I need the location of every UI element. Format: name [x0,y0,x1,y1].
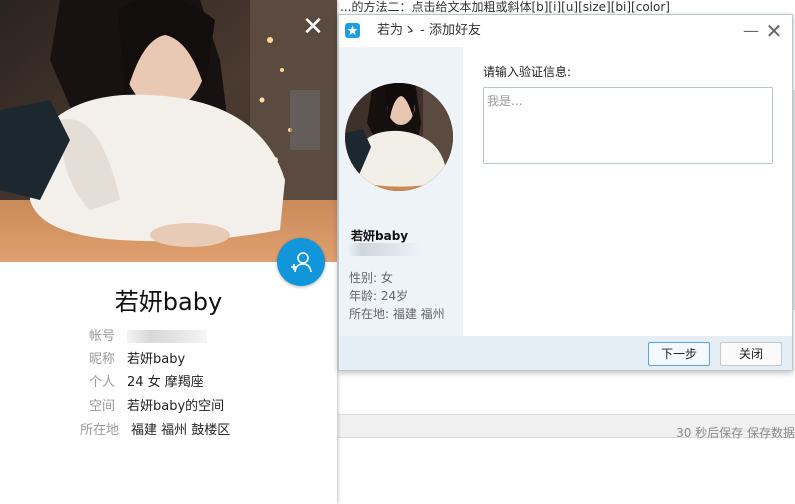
contact-nickname: 若妍baby [351,229,409,243]
space-label: 空间 [88,399,115,414]
nickname-value: 若妍baby [127,352,186,367]
nickname-label: 昵称 [88,352,115,367]
personal-value: 24 女 摩羯座 [127,375,204,390]
location-label: 所在地 [79,423,119,438]
profile-row-nickname: 昵称 若妍baby [0,350,337,370]
contact-gender: 性别: 女 [349,271,393,285]
contact-location: 所在地: 福建 福州 [349,307,445,321]
personal-label: 个人 [88,375,115,390]
profile-card: ✕ 若妍baby 帐号 昵称 若妍baby 个人 24 女 摩羯座 空间 若妍b… [0,0,337,504]
contact-avatar [345,83,453,191]
autosave-status-text: 30 秒后保存 保存数据 [676,426,795,440]
add-friend-button[interactable] [277,238,325,286]
contact-age: 年龄: 24岁 [349,289,409,303]
profile-name: 若妍baby [114,288,223,316]
blurred-contact-account [347,243,421,256]
dialog-contact-sidebar: 若妍baby 性别: 女 年龄: 24岁 所在地: 福建 福州 [339,47,463,336]
dialog-titlebar[interactable]: 若为ゝ - 添加好友 — ✕ [339,15,792,47]
dialog-title: 若为ゝ - 添加好友 [377,23,481,38]
profile-row-space[interactable]: 空间 若妍baby的空间 [0,397,337,417]
next-step-button[interactable]: 下一步 [648,342,710,366]
close-button[interactable]: 关闭 [720,342,782,366]
verify-message-input[interactable] [483,87,773,164]
qq-logo-icon [345,23,360,38]
profile-photo: ✕ [0,0,337,262]
space-link[interactable]: 若妍baby的空间 [127,397,224,417]
location-value: 福建 福州 鼓楼区 [131,423,231,438]
add-friend-dialog: 若为ゝ - 添加好友 — ✕ 若妍baby 性别: 女 年龄: 24岁 所在地:… [338,14,793,371]
verify-message-label: 请输入验证信息: [483,65,572,79]
profile-row-account: 帐号 [0,327,337,347]
profile-row-personal: 个人 24 女 摩羯座 [0,373,337,393]
account-label: 帐号 [88,329,115,344]
dialog-footer: 下一步 关闭 [339,336,792,370]
close-profile-button[interactable]: ✕ [300,14,326,40]
minimize-button[interactable]: — [741,21,761,41]
add-contact-icon [291,252,312,273]
background-editor-text: ...的方法二：点击给文本加粗或斜体[b][i][u][size][bi][co… [340,0,670,14]
blurred-account-number [127,330,207,343]
dialog-close-icon[interactable]: ✕ [763,21,785,41]
profile-row-location: 所在地 福建 福州 鼓楼区 [0,421,337,441]
account-value [127,327,207,347]
